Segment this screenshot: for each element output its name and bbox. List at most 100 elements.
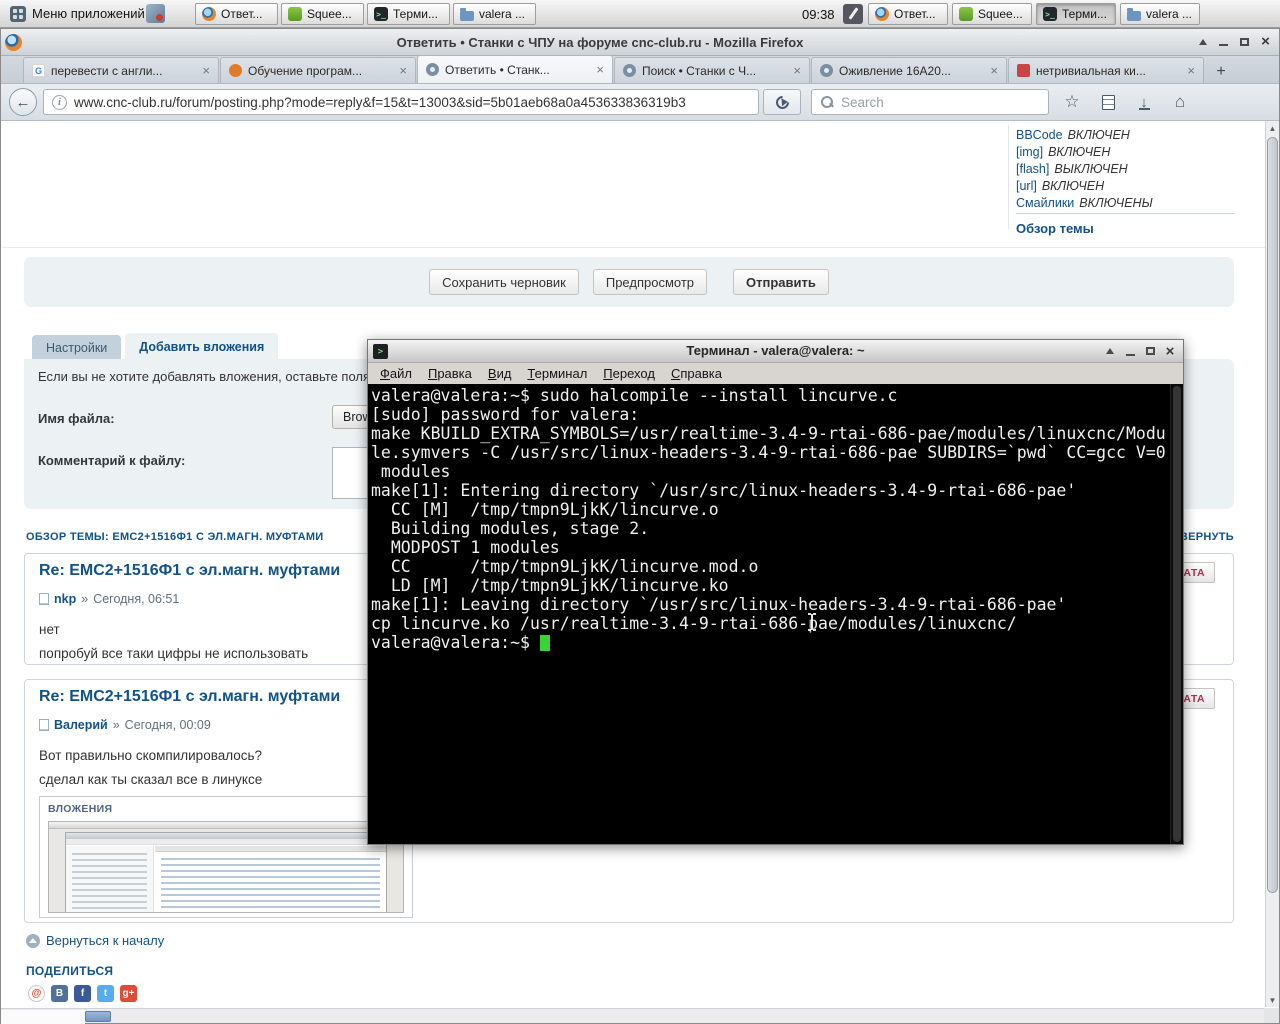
menu-item-1[interactable]: Файл [373,366,419,381]
terminal-window: Терминал - valera@valera: ~ ФайлПравкаВи… [367,339,1184,845]
scroll-down-icon[interactable] [1266,993,1279,1007]
new-tab-button[interactable] [1208,60,1234,83]
preview-button[interactable]: Предпросмотр [592,269,708,295]
back-button[interactable] [9,88,37,116]
bookmark-star-icon[interactable] [1057,89,1087,115]
menu-item-5[interactable]: Переход [596,366,662,381]
minimize-icon[interactable] [1122,343,1138,359]
taskbar-folder-button[interactable]: valera ... [453,3,536,25]
topic-review-link[interactable]: Обзор темы [1016,221,1094,236]
bbcode-link[interactable]: Смайлики [1016,196,1074,210]
clock[interactable]: 09:38 [802,7,835,22]
terminal-screen[interactable]: valera@valera:~$ sudo halcompile --insta… [368,384,1183,844]
terminal-line: modules [371,462,451,481]
menu-item-6[interactable]: Справка [664,366,729,381]
terminal-line: [sudo] password for valera: [371,405,640,424]
vk-icon[interactable]: B [51,985,68,1002]
taskbar-terminal-button[interactable]: Терми... [367,3,450,25]
scroll-up-icon[interactable] [1266,121,1279,135]
applications-menu-button[interactable]: Меню приложений [2,2,153,25]
search-bar[interactable] [811,89,1049,115]
save-draft-button[interactable]: Сохранить черновик [429,269,579,295]
reload-button[interactable] [763,89,801,115]
firefox-titlebar[interactable]: Ответить • Станки с ЧПУ на форуме cnc-cl… [1,29,1279,56]
twitter-icon[interactable]: t [97,985,114,1002]
post-body-line: Вот правильно скомпилировалось? [39,748,263,763]
bbcode-status-line: [flash] ВЫКЛЮЧЕН [1016,161,1238,178]
maximize-icon[interactable] [1236,33,1253,50]
tab-title: Оживление 16А20... [839,63,951,78]
post-author[interactable]: nkp [54,592,76,606]
tab-close-icon[interactable]: × [596,63,604,76]
file-comment-label: Комментарий к файлу: [38,453,186,468]
taskbar-terminal-button[interactable]: Терми... [1036,3,1116,25]
tab-1[interactable]: перевести с англи... × [23,57,219,83]
tab-5[interactable]: Оживление 16А20... × [811,57,1007,83]
tab-settings[interactable]: Настройки [32,335,122,360]
minimize-icon[interactable] [1215,33,1232,50]
tab-close-icon[interactable]: × [202,64,210,77]
post-title[interactable]: Re: EMC2+1516Ф1 с эл.магн. муфтами [39,688,340,706]
attachment-thumbnail[interactable] [48,821,404,913]
terminal-line: valera@valera:~$ [371,633,1183,652]
tab-6[interactable]: нетривиальная ки... × [1008,57,1204,83]
downloads-icon[interactable] [1129,89,1159,115]
taskbar-firefox-button[interactable]: Ответ... [195,3,278,25]
terminal-titlebar[interactable]: Терминал - valera@valera: ~ [368,340,1183,363]
search-input[interactable] [841,94,1040,110]
url-bar[interactable] [43,89,759,115]
menu-item-3[interactable]: Вид [481,366,519,381]
maximize-icon[interactable] [1142,343,1158,359]
tab-add-attachments[interactable]: Добавить вложения [125,333,279,360]
mailru-icon[interactable]: @ [28,985,45,1002]
taskbar-button-label: Терми... [393,7,438,21]
bbcode-status-list: BBCode ВКЛЮЧЕН [img] ВКЛЮЧЕН [flash] ВЫКЛЮЧЕН… [1016,127,1238,212]
bbcode-status-line: [img] ВКЛЮЧЕН [1016,144,1238,161]
attachments-box: ВЛОЖЕНИЯ [39,796,413,918]
desktop: Меню приложений Ответ... Squee... Терми...… [0,0,1280,1024]
googleplus-icon[interactable]: g+ [120,985,137,1002]
launcher-icon[interactable] [146,4,165,23]
post-title[interactable]: Re: EMC2+1516Ф1 с эл.магн. муфтами [39,562,340,580]
menu-item-4[interactable]: Терминал [520,366,594,381]
post-date: Сегодня, 00:09 [124,718,211,732]
site-info-icon[interactable] [52,94,67,110]
close-icon[interactable] [1257,33,1274,50]
shade-icon[interactable] [1194,33,1211,50]
bbcode-link[interactable]: [img] [1016,145,1043,159]
tab-close-icon[interactable]: × [399,64,407,77]
bbcode-status: ВКЛЮЧЕНЫ [1079,196,1153,210]
post-date: Сегодня, 06:51 [93,592,180,606]
taskbar-firefox-button[interactable]: Ответ... [868,3,948,25]
terminal-line: LD [M] /tmp/tmpn9LjkK/lincurve.ko [371,576,729,595]
bbcode-link[interactable]: BBCode [1016,128,1063,142]
taskbar-squeeze-button[interactable]: Squee... [952,3,1032,25]
post-author[interactable]: Валерий [54,718,108,732]
window-title: Ответить • Станки с ЧПУ на форуме cnc-cl… [396,35,804,50]
tab-2[interactable]: Обучение програм... × [220,57,416,83]
tab-3[interactable]: Ответить • Станк... × [417,55,613,83]
horizontal-scrollbar-thumb[interactable] [85,1011,111,1022]
submit-button[interactable]: Отправить [733,269,829,295]
bookmarks-menu-icon[interactable] [1093,89,1123,115]
tab-4[interactable]: Поиск • Станки с Ч... × [614,57,810,83]
back-to-top-link[interactable]: Вернуться к началу [26,933,164,948]
close-icon[interactable] [1162,343,1178,359]
thumb-toolbar [66,839,386,845]
tab-close-icon[interactable]: × [990,64,998,77]
vertical-scrollbar-thumb[interactable] [1267,137,1278,893]
bbcode-link[interactable]: [url] [1016,179,1037,193]
tab-close-icon[interactable]: × [1187,64,1195,77]
shade-icon[interactable] [1102,343,1118,359]
tab-title: Ответить • Станк... [445,62,550,77]
quill-icon[interactable] [843,4,863,24]
url-input[interactable] [74,94,750,110]
bbcode-link[interactable]: [flash] [1016,162,1049,176]
home-icon[interactable] [1165,89,1195,115]
terminal-scrollbar-thumb[interactable] [1173,386,1181,842]
tab-close-icon[interactable]: × [793,64,801,77]
menu-item-2[interactable]: Правка [421,366,479,381]
facebook-icon[interactable]: f [74,985,91,1002]
taskbar-squeeze-button[interactable]: Squee... [281,3,364,25]
taskbar-folder-button[interactable]: valera ... [1120,3,1200,25]
